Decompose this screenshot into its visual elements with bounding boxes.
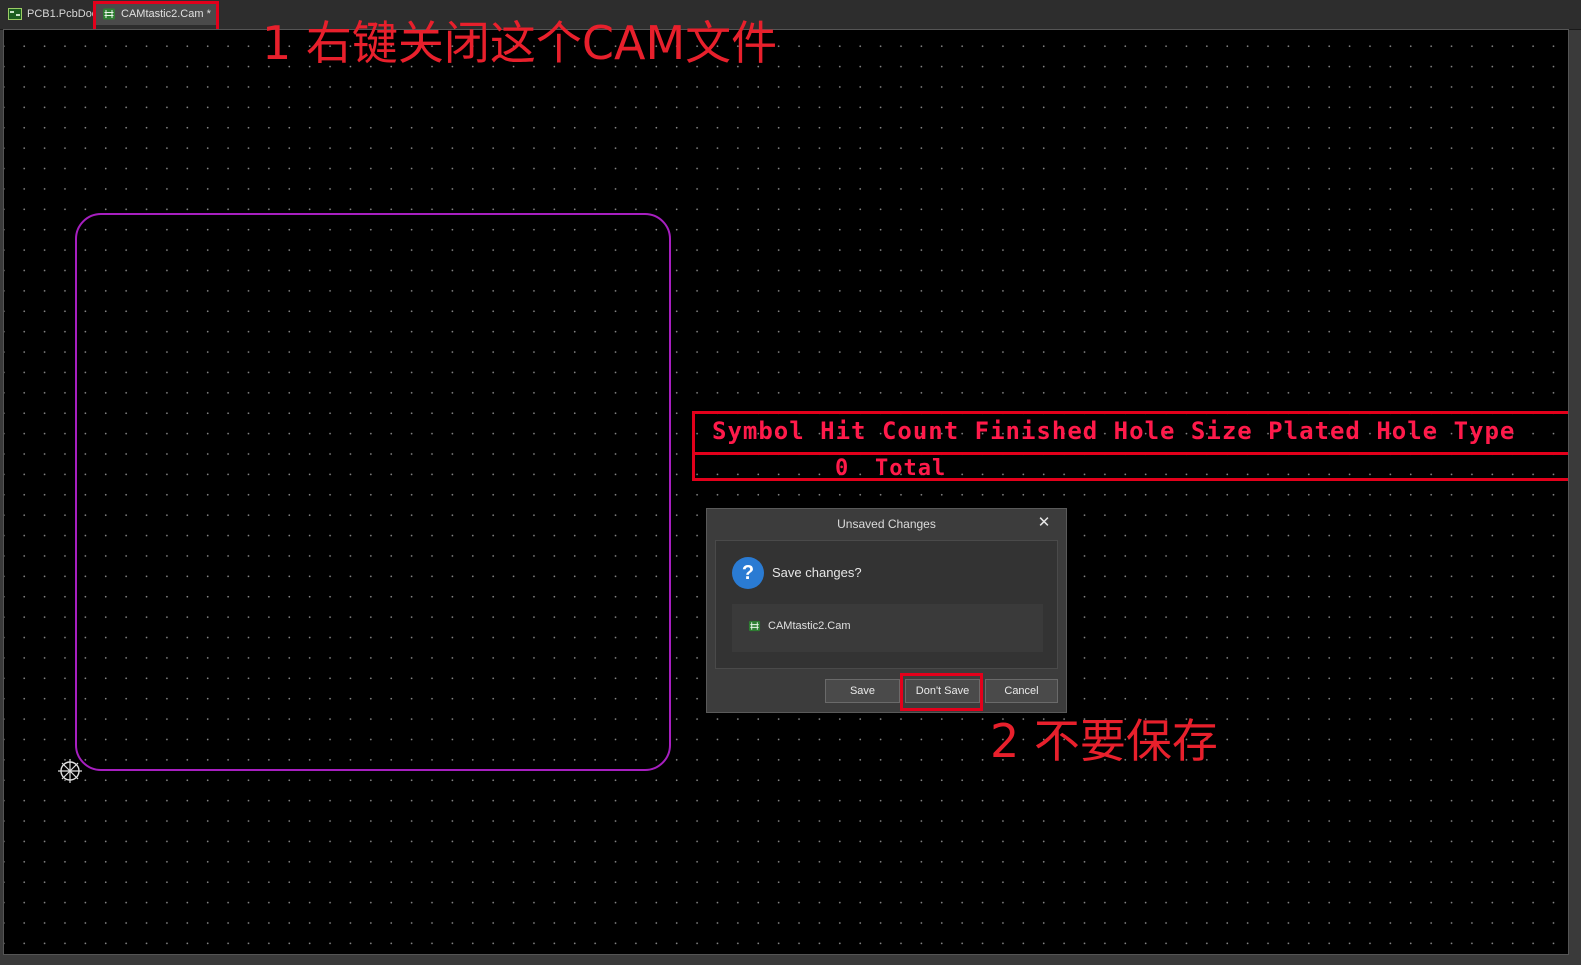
dialog-message: Save changes?: [772, 565, 862, 580]
question-icon: ?: [732, 557, 764, 589]
drill-table-header: Symbol Hit Count Finished Hole Size Plat…: [712, 417, 1516, 445]
list-item[interactable]: CAMtastic2.Cam: [748, 620, 851, 632]
dialog-title: Unsaved Changes: [837, 517, 936, 531]
tab-label: CAMtastic2.Cam *: [121, 8, 211, 20]
drill-table: Symbol Hit Count Finished Hole Size Plat…: [692, 411, 1568, 481]
cam-canvas[interactable]: Symbol Hit Count Finished Hole Size Plat…: [3, 29, 1569, 955]
drill-table-divider: [695, 452, 1568, 455]
document-tab-bar: PCB1.PcbDoc CAMtastic2.Cam *: [0, 0, 1581, 34]
board-outline: [75, 213, 671, 771]
annotation-step-1: 1 右键关闭这个CAM文件: [262, 16, 778, 70]
unsaved-file-list: CAMtastic2.Cam: [732, 604, 1043, 652]
tab-pcb1-pcbdoc[interactable]: PCB1.PcbDoc: [2, 3, 94, 25]
unsaved-changes-dialog: Unsaved Changes ✕ ? Save changes? CAMtas…: [706, 508, 1067, 713]
pcb-document-icon: [8, 8, 22, 20]
annotation-step-2: 2 不要保存: [990, 714, 1218, 768]
origin-marker-icon: [58, 759, 82, 783]
close-icon[interactable]: ✕: [1036, 513, 1052, 533]
tab-camtastic2-cam[interactable]: CAMtastic2.Cam *: [96, 3, 218, 25]
drill-table-total-label: Total: [875, 456, 947, 481]
drill-table-count: 0: [835, 456, 850, 481]
save-button[interactable]: Save: [825, 679, 900, 703]
tab-label: PCB1.PcbDoc: [27, 8, 94, 20]
cam-document-icon: [103, 8, 115, 20]
dont-save-button[interactable]: Don't Save: [905, 679, 980, 703]
dialog-body: ? Save changes? CAMtastic2.Cam: [715, 540, 1058, 669]
cam-document-icon: [748, 620, 761, 632]
file-name: CAMtastic2.Cam: [768, 620, 851, 632]
cancel-button[interactable]: Cancel: [985, 679, 1058, 703]
